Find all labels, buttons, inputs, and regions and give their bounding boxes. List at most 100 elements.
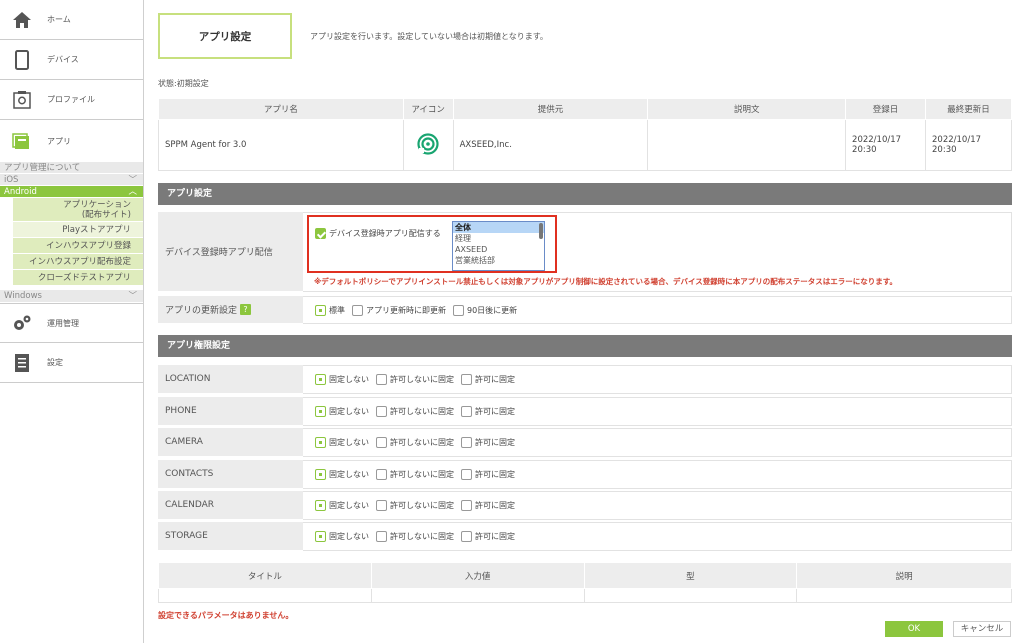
nav-device-label: デバイス (47, 55, 79, 64)
nav-profile[interactable]: プロファイル (0, 80, 143, 120)
nav-app[interactable]: アプリ (0, 120, 143, 162)
permission-option[interactable]: 許可しないに固定 (376, 406, 454, 417)
ok-button[interactable]: OK (885, 621, 943, 637)
distribute-label: デバイス登録時アプリ配信 (158, 212, 303, 292)
update-option-standard[interactable]: 標準 (315, 304, 345, 316)
permission-row: PHONE 固定しない 許可しないに固定 許可に固定 (158, 397, 1012, 426)
radio-empty-icon (352, 304, 363, 316)
update-option-immediate[interactable]: アプリ更新時に即更新 (352, 304, 446, 316)
table-row (158, 588, 1012, 603)
registered-time: 20:30 (852, 145, 877, 155)
permission-option[interactable]: 固定しない (315, 437, 369, 448)
radio-empty-icon (461, 531, 472, 542)
permission-option-label: 許可しないに固定 (390, 375, 454, 384)
permission-option[interactable]: 許可しないに固定 (376, 374, 454, 385)
permission-row: LOCATION 固定しない 許可しないに固定 許可に固定 (158, 365, 1012, 394)
nav-app-about[interactable]: アプリ管理について (0, 162, 143, 174)
permission-options: 固定しない 許可しないに固定 許可に固定 (303, 491, 1012, 520)
tab-app-settings-label: アプリ設定 (198, 30, 252, 43)
permission-option[interactable]: 許可に固定 (461, 531, 515, 542)
permission-option[interactable]: 固定しない (315, 374, 369, 385)
updated-time: 20:30 (932, 145, 957, 155)
permission-options: 固定しない 許可しないに固定 許可に固定 (303, 397, 1012, 426)
permission-option[interactable]: 許可に固定 (461, 437, 515, 448)
table-row: SPPM Agent for 3.0 AXSEED,Inc. 2022/10/1… (158, 119, 1012, 171)
app-registered: 2022/10/17 20:30 (845, 119, 927, 171)
permission-option[interactable]: 許可に固定 (461, 374, 515, 385)
nav-android-playstore[interactable]: Playストアアプリ (13, 222, 143, 238)
permission-option[interactable]: 許可しないに固定 (376, 469, 454, 480)
nav-android[interactable]: Android ︿ (0, 186, 143, 198)
col-registered: 登録日 (845, 98, 927, 120)
radio-empty-icon (461, 406, 472, 417)
document-icon (11, 352, 33, 374)
permission-option-label: 固定しない (329, 375, 369, 384)
tab-app-settings[interactable]: アプリ設定 (158, 13, 292, 59)
permission-option-label: 固定しない (329, 438, 369, 447)
nav-settings[interactable]: 設定 (0, 343, 143, 383)
permission-option-label: 許可に固定 (475, 501, 515, 510)
permission-option[interactable]: 固定しない (315, 469, 369, 480)
nav-operation[interactable]: 運用管理 (0, 303, 143, 343)
permission-options: 固定しない 許可しないに固定 許可に固定 (303, 522, 1012, 551)
permission-row: STORAGE 固定しない 許可しないに固定 許可に固定 (158, 522, 1012, 551)
radio-selected-icon (315, 406, 326, 417)
update-option-90days[interactable]: 90日後に更新 (453, 304, 518, 316)
permission-option[interactable]: 許可に固定 (461, 406, 515, 417)
highlight-box (307, 215, 557, 273)
permission-option[interactable]: 固定しない (315, 500, 369, 511)
no-params-message: 設定できるパラメータはありません。 (158, 611, 294, 620)
nav-android-inhouse-register[interactable]: インハウスアプリ登録 (13, 238, 143, 254)
nav-android-inhouse-distribute[interactable]: インハウスアプリ配布設定 (13, 254, 143, 270)
param-cell (370, 588, 585, 603)
param-table-header: タイトル 入力値 型 説明 (158, 562, 1012, 589)
permission-option[interactable]: 固定しない (315, 406, 369, 417)
cancel-button[interactable]: キャンセル (953, 621, 1011, 637)
permission-label: LOCATION (158, 365, 303, 394)
nav-windows-label: Windows (4, 291, 42, 301)
radio-empty-icon (376, 531, 387, 542)
permission-label: CONTACTS (158, 460, 303, 489)
nav-device[interactable]: デバイス (0, 40, 143, 80)
param-cell (796, 588, 1012, 603)
nav-android-closed-test[interactable]: クローズドテストアプリ (13, 270, 143, 286)
nav-operation-label: 運用管理 (47, 318, 79, 328)
nav-windows[interactable]: Windows ﹀ (0, 290, 143, 303)
nav-home[interactable]: ホーム (0, 0, 143, 40)
app-table-header: アプリ名 アイコン 提供元 説明文 登録日 最終更新日 (158, 98, 1012, 120)
permission-row: CONTACTS 固定しない 許可しないに固定 許可に固定 (158, 460, 1012, 489)
permission-option[interactable]: 許可に固定 (461, 500, 515, 511)
permission-option[interactable]: 許可に固定 (461, 469, 515, 480)
app-desc (647, 119, 847, 171)
home-icon (11, 9, 33, 31)
radio-empty-icon (453, 304, 464, 316)
app-provider: AXSEED,Inc. (452, 119, 649, 171)
permission-option-label: 許可に固定 (475, 375, 515, 384)
help-icon[interactable]: ? (240, 304, 252, 315)
col-app-name: アプリ名 (158, 98, 404, 120)
nav-android-inhouse-register-label: インハウスアプリ登録 (45, 241, 131, 251)
permission-option[interactable]: 許可しないに固定 (376, 437, 454, 448)
radio-selected-icon (315, 500, 326, 511)
section-app-settings: アプリ設定 (158, 183, 1012, 205)
nav-ios[interactable]: iOS ﹀ (0, 174, 143, 186)
permission-options: 固定しない 許可しないに固定 許可に固定 (303, 428, 1012, 457)
radio-empty-icon (376, 469, 387, 480)
permission-row: CAMERA 固定しない 許可しないに固定 許可に固定 (158, 428, 1012, 457)
permission-option[interactable]: 固定しない (315, 531, 369, 542)
update-option-90days-label: 90日後に更新 (467, 305, 518, 315)
permission-option-label: 許可しないに固定 (390, 532, 454, 541)
row-update-setting: アプリの更新設定? 標準 アプリ更新時に即更新 90日後に更新 (158, 296, 1012, 324)
permission-option[interactable]: 許可しないに固定 (376, 500, 454, 511)
col-title: タイトル (158, 562, 372, 589)
profile-gear-icon (11, 89, 33, 111)
permission-option[interactable]: 許可しないに固定 (376, 531, 454, 542)
permission-option-label: 許可しないに固定 (390, 470, 454, 479)
nav-android-app-site-label: アプリケーション (配布サイト) (63, 200, 131, 220)
nav-android-app-site[interactable]: アプリケーション (配布サイト) (13, 198, 143, 222)
radio-empty-icon (461, 437, 472, 448)
permission-label: PHONE (158, 397, 303, 426)
nav-android-playstore-label: Playストアアプリ (62, 225, 131, 235)
nav-settings-label: 設定 (47, 358, 63, 367)
permission-options: 固定しない 許可しないに固定 許可に固定 (303, 365, 1012, 394)
